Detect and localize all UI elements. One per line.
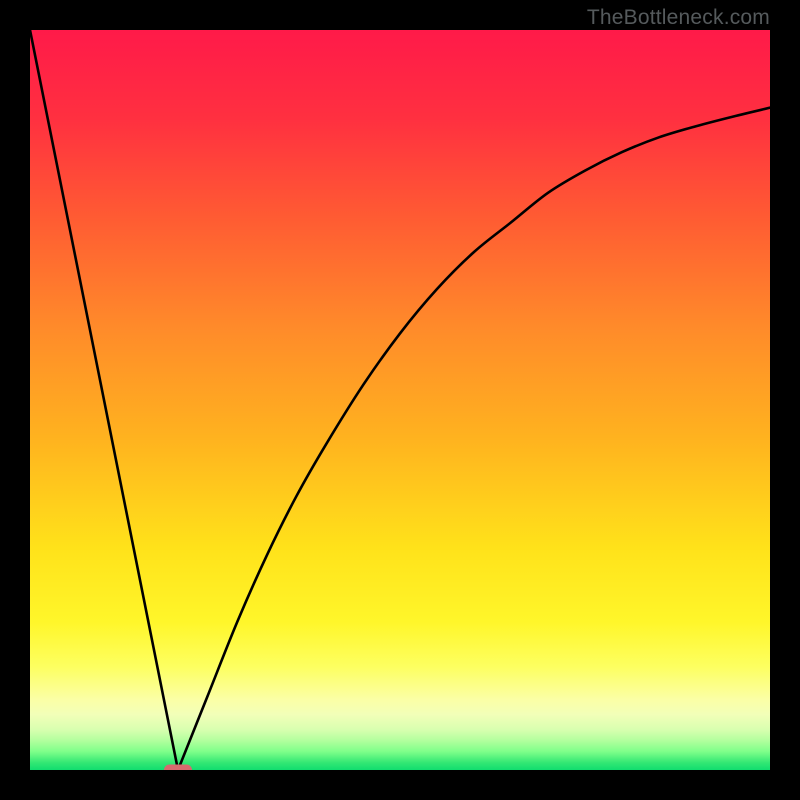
plot-area [30,30,770,770]
chart-lines [30,30,770,770]
chart-frame: TheBottleneck.com [0,0,800,800]
watermark-text: TheBottleneck.com [587,6,770,30]
bottleneck-marker [164,765,192,771]
right-curve-path [178,108,770,770]
left-line-path [30,30,178,770]
